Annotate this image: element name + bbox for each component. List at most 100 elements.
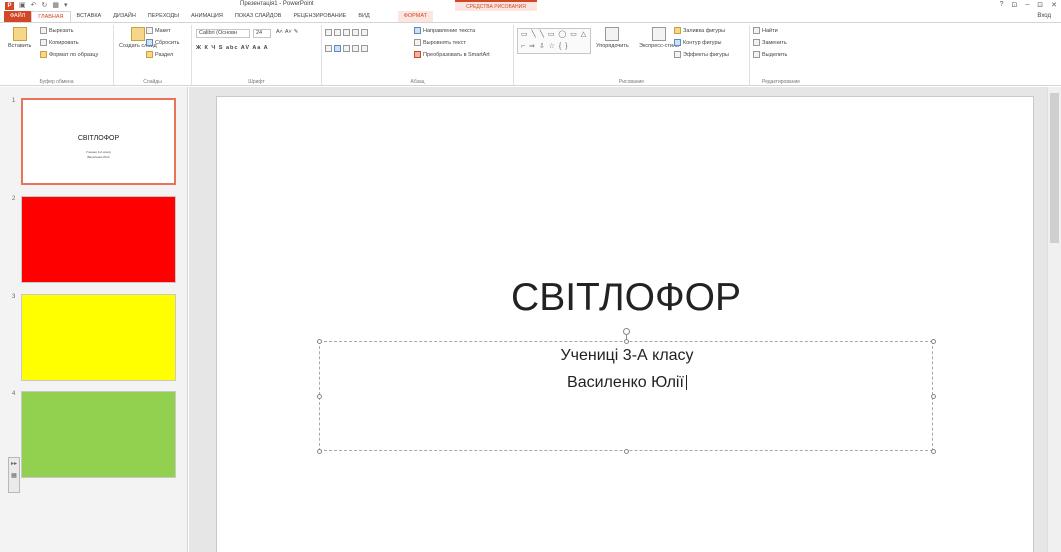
slide-thumbnail-4[interactable]: [21, 391, 176, 478]
scrollbar-thumb[interactable]: [1050, 93, 1059, 243]
reset-button[interactable]: Сбросить: [146, 39, 179, 46]
shape-outline-button[interactable]: Контур фигуры: [674, 39, 721, 46]
paste-button[interactable]: Вставить: [8, 27, 31, 49]
close-icon[interactable]: ✕: [1051, 1, 1057, 9]
replace-button[interactable]: Заменить: [753, 39, 787, 46]
slide-thumbnail-pane: 1 СВІТЛОФОР Учениці 3-А класу Василенко …: [0, 87, 188, 552]
tab-1[interactable]: ГЛАВНАЯ: [31, 11, 71, 22]
subtitle-placeholder[interactable]: Учениці 3-А класу Василенко Юлії: [317, 328, 936, 454]
customize-icon[interactable]: ▾: [64, 1, 68, 10]
resize-handle[interactable]: [931, 394, 936, 399]
tab-7[interactable]: РЕЦЕНЗИРОВАНИЕ: [287, 11, 352, 22]
numbering-icon: [334, 29, 341, 36]
thumbnail-number: 1: [12, 98, 16, 104]
resize-handle[interactable]: [931, 339, 936, 344]
maximize-icon[interactable]: ⊡: [1037, 1, 1043, 9]
present-icon[interactable]: ▦: [52, 1, 59, 10]
rotate-handle[interactable]: [623, 328, 630, 335]
slides-group: Создать слайд Макет Сбросить Раздел Слай…: [114, 25, 192, 85]
font-grow-shrink[interactable]: A˄ A˅ ✎: [276, 29, 298, 35]
select-cursor-icon: [753, 51, 760, 58]
slide-title[interactable]: СВІТЛОФОР: [217, 276, 1035, 320]
align-buttons[interactable]: [325, 45, 368, 52]
tab-4[interactable]: ПЕРЕХОДЫ: [142, 11, 185, 22]
redo-icon[interactable]: ↻: [42, 1, 48, 10]
tab-6[interactable]: ПОКАЗ СЛАЙДОВ: [229, 11, 288, 22]
slide-thumbnail-1[interactable]: СВІТЛОФОР Учениці 3-А класу Василенко Юл…: [21, 98, 176, 185]
clear-format-icon: ✎: [293, 29, 299, 35]
subtitle-line-2: Василенко Юлії: [320, 374, 934, 392]
paragraph-group-label: Абзац: [410, 79, 425, 85]
text-direction-button[interactable]: Направление текста: [414, 27, 475, 34]
tab-8[interactable]: ВИД: [352, 11, 375, 22]
line-spacing-icon: [361, 29, 368, 36]
font-size-select[interactable]: 24: [253, 29, 271, 38]
font-group-label: Шрифт: [248, 79, 265, 85]
shrink-font-icon: A˅: [284, 29, 292, 35]
select-button[interactable]: Выделить: [753, 51, 787, 58]
arrange-button[interactable]: Упорядочить: [596, 27, 629, 49]
align-text-button[interactable]: Выровнять текст: [414, 39, 466, 46]
ribbon-display-icon[interactable]: ⊡: [1011, 1, 1017, 9]
resize-handle[interactable]: [624, 339, 629, 344]
tab-5[interactable]: АНИМАЦИЯ: [185, 11, 229, 22]
shape-effects-button[interactable]: Эффекты фигуры: [674, 51, 729, 58]
find-button[interactable]: Найти: [753, 27, 778, 34]
tab-9[interactable]: ФОРМАТ: [397, 11, 433, 22]
tab-2[interactable]: ВСТАВКА: [71, 11, 108, 22]
layout-button[interactable]: Макет: [146, 27, 171, 34]
editing-group-label: Редактирование: [761, 79, 801, 85]
columns-icon: [361, 45, 368, 52]
cut-button[interactable]: Вырезать: [40, 27, 73, 34]
editing-group: Найти Заменить Выделить Редактирование: [750, 25, 812, 85]
tab-3[interactable]: ДИЗАЙН: [107, 11, 142, 22]
section-button[interactable]: Раздел: [146, 51, 173, 58]
current-slide[interactable]: СВІТЛОФОР Учениці 3-А класу Василенко Юл…: [216, 96, 1034, 552]
sign-in-link[interactable]: Вход: [1037, 11, 1051, 22]
font-group: Calibri (Основн 24 A˄ A˅ ✎ Ж К Ч S abc A…: [192, 25, 322, 85]
powerpoint-window: P ▣ ↶ ↻ ▦ ▾ Презентація1 - PowerPoint СР…: [0, 0, 1061, 552]
window-title: Презентація1 - PowerPoint: [240, 1, 314, 7]
shapes-gallery[interactable]: ▭ ╲ ╲ ▭ ◯ ▭ △ ⌐ ⇒ ⇩ ☆ { }: [517, 28, 591, 54]
resize-handle[interactable]: [317, 394, 322, 399]
resize-handle[interactable]: [624, 449, 629, 454]
scissors-icon: [40, 27, 47, 34]
resize-handle[interactable]: [931, 449, 936, 454]
help-icon[interactable]: ?: [1000, 1, 1004, 9]
vertical-scrollbar[interactable]: [1047, 87, 1061, 552]
thumbnail-number: 4: [12, 391, 16, 397]
format-painter-button[interactable]: Формат по образцу: [40, 51, 98, 58]
thumbnail-number: 3: [12, 294, 16, 300]
effects-icon: [674, 51, 681, 58]
drawing-group: ▭ ╲ ╲ ▭ ◯ ▭ △ ⌐ ⇒ ⇩ ☆ { } Упорядочить Эк…: [514, 25, 750, 85]
grow-font-icon: A˄: [276, 29, 283, 35]
align-right-icon: [343, 45, 350, 52]
thumbnail-title: СВІТЛОФОР: [77, 135, 120, 142]
ribbon-tabs: ФАЙЛ ГЛАВНАЯ ВСТАВКА ДИЗАЙН ПЕРЕХОДЫ АНИМАЦИЯ…: [0, 11, 1061, 22]
pane-collapse-handle[interactable]: ▸▸ ▦: [8, 457, 20, 493]
quick-styles-icon: [652, 27, 667, 41]
shape-fill-button[interactable]: Заливка фигуры: [674, 27, 725, 34]
minimize-icon[interactable]: –: [1025, 1, 1029, 9]
align-text-icon: [414, 39, 421, 46]
copy-button[interactable]: Копировать: [40, 39, 79, 46]
smartart-button[interactable]: Преобразовать в SmartArt: [414, 51, 490, 58]
resize-handle[interactable]: [317, 449, 322, 454]
fill-bucket-icon: [674, 27, 681, 34]
replace-icon: [753, 39, 760, 46]
resize-handle[interactable]: [317, 339, 322, 344]
quick-access-toolbar: P ▣ ↶ ↻ ▦ ▾: [5, 1, 68, 10]
slide-thumbnail-2[interactable]: [21, 196, 176, 283]
smartart-icon: [414, 51, 421, 58]
tab-0[interactable]: ФАЙЛ: [4, 11, 32, 22]
binoculars-icon: [753, 27, 760, 34]
font-format-row[interactable]: Ж К Ч S abc AV Aa A: [196, 45, 269, 51]
window-controls: ? ⊡ – ⊡ ✕: [1000, 1, 1057, 9]
save-icon[interactable]: ▣: [19, 1, 26, 10]
list-buttons[interactable]: [325, 29, 368, 36]
thumbnail-number: 2: [12, 196, 16, 202]
font-family-select[interactable]: Calibri (Основн: [196, 29, 250, 38]
slide-thumbnail-3[interactable]: [21, 294, 176, 381]
undo-icon[interactable]: ↶: [31, 1, 37, 10]
indent-decrease-icon: [343, 29, 350, 36]
